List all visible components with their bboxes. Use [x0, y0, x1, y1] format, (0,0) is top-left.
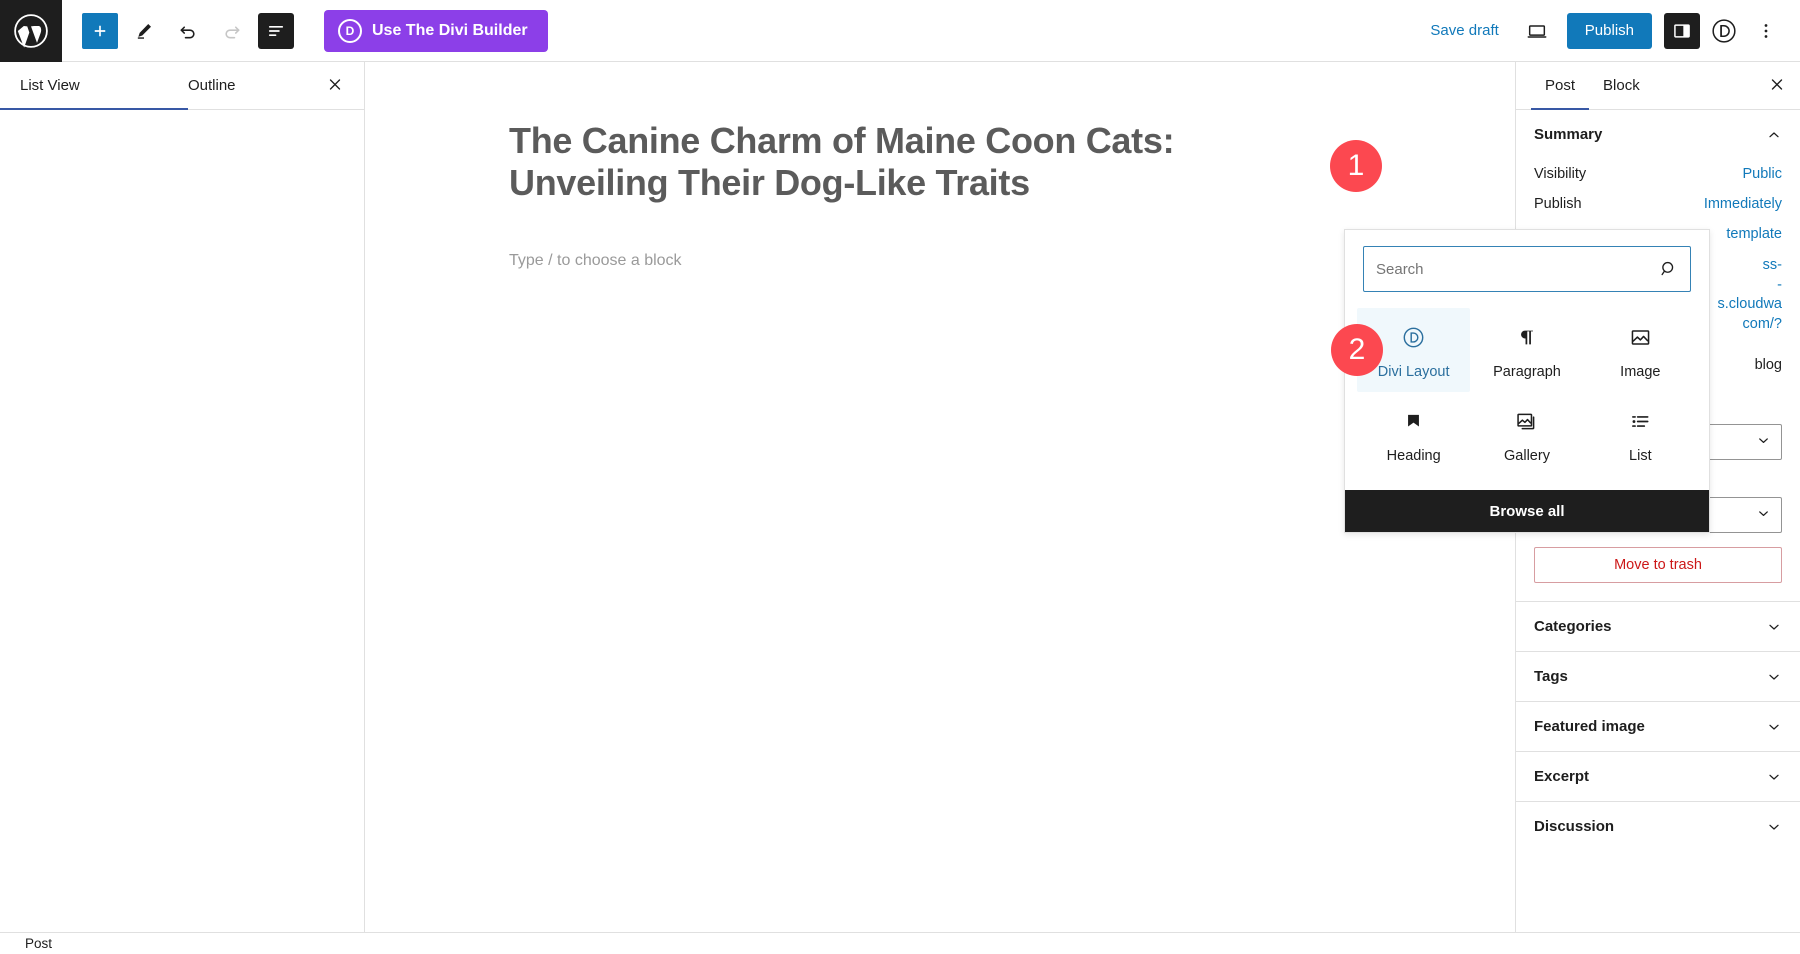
inserter-search-box[interactable] — [1363, 246, 1691, 292]
undo-icon[interactable] — [170, 13, 206, 49]
publish-button[interactable]: Publish — [1566, 12, 1652, 49]
summary-row-visibility: Visibility Public — [1516, 159, 1800, 189]
step-badge-2: 2 — [1331, 324, 1383, 376]
gallery-icon — [1515, 408, 1538, 434]
inserter-block-list[interactable]: List — [1584, 392, 1697, 476]
chevron-up-icon — [1766, 127, 1782, 143]
sidebar-toggle-icon[interactable] — [1664, 12, 1700, 49]
inserter-search-wrapper — [1345, 230, 1709, 300]
divi-circle-icon: D — [338, 18, 362, 43]
inserter-block-label: Gallery — [1504, 448, 1550, 464]
inserter-block-label: Image — [1620, 364, 1661, 380]
image-icon — [1629, 324, 1652, 350]
toolbar-left-group: D Use The Divi Builder — [62, 9, 548, 52]
preview-desktop-icon[interactable] — [1519, 13, 1555, 49]
paragraph-pilcrow-icon — [1516, 324, 1538, 350]
move-to-trash-button[interactable]: Move to trash — [1534, 547, 1782, 584]
sidebar-section-tags[interactable]: Tags — [1516, 651, 1800, 701]
redo-icon[interactable] — [214, 13, 250, 49]
chevron-down-icon — [1756, 506, 1771, 525]
inserter-block-label: Heading — [1386, 448, 1441, 464]
breadcrumb[interactable]: Post — [0, 936, 52, 951]
sidebar-tabs: Post Block — [1516, 62, 1800, 110]
row-value[interactable]: Public — [1743, 166, 1783, 182]
tab-post[interactable]: Post — [1531, 62, 1590, 110]
chevron-down-icon — [1766, 769, 1782, 785]
sidebar-section-discussion[interactable]: Discussion — [1516, 801, 1800, 851]
inserter-block-label: Paragraph — [1493, 364, 1561, 380]
inserter-block-image[interactable]: Image — [1584, 308, 1697, 392]
editor-bottom-bar: Post — [0, 932, 1800, 954]
save-draft-button[interactable]: Save draft — [1416, 14, 1512, 47]
summary-row-publish: Publish Immediately — [1516, 189, 1800, 219]
page-title[interactable]: The Canine Charm of Maine Coon Cats: Unv… — [509, 120, 1309, 205]
document-overview-icon[interactable] — [258, 12, 294, 49]
divi-circle-icon[interactable] — [1706, 13, 1742, 49]
inserter-block-label: Divi Layout — [1377, 364, 1450, 380]
tools-pencil-icon[interactable] — [126, 13, 162, 49]
close-icon[interactable] — [326, 75, 344, 96]
summary-section-header[interactable]: Summary — [1516, 110, 1800, 159]
summary-label: Summary — [1534, 126, 1603, 143]
chevron-down-icon — [1766, 669, 1782, 685]
close-icon[interactable] — [1768, 75, 1786, 96]
section-label: Excerpt — [1534, 768, 1590, 786]
search-input[interactable] — [1364, 247, 1690, 291]
more-options-icon[interactable] — [1748, 13, 1784, 49]
row-value[interactable]: Immediately — [1704, 196, 1782, 212]
editor-canvas: The Canine Charm of Maine Coon Cats: Unv… — [366, 62, 1515, 934]
add-block-button[interactable] — [82, 12, 118, 49]
use-divi-builder-button[interactable]: D Use The Divi Builder — [324, 9, 548, 52]
chevron-down-icon — [1766, 619, 1782, 635]
tab-outline[interactable]: Outline — [188, 62, 236, 110]
inserter-block-grid: Divi Layout Paragraph Image Heading Gall… — [1345, 300, 1709, 490]
row-value[interactable]: ss- - s.cloudwa com/? — [1718, 256, 1782, 334]
inserter-block-gallery[interactable]: Gallery — [1470, 392, 1583, 476]
browse-all-button[interactable]: Browse all — [1345, 490, 1709, 532]
sidebar-section-categories[interactable]: Categories — [1516, 601, 1800, 651]
list-icon — [1629, 408, 1652, 434]
inserter-block-heading[interactable]: Heading — [1357, 392, 1470, 476]
section-label: Featured image — [1534, 718, 1645, 736]
row-key: Publish — [1534, 196, 1582, 212]
sidebar-section-featured-image[interactable]: Featured image — [1516, 701, 1800, 751]
block-inserter-popover: Divi Layout Paragraph Image — [1344, 229, 1710, 533]
toolbar-right-group: Save draft Publish — [1416, 12, 1800, 49]
row-value[interactable]: template — [1726, 226, 1782, 242]
list-view-panel: List View Outline — [0, 62, 365, 934]
divi-builder-label: Use The Divi Builder — [372, 21, 528, 39]
step-badge-1: 1 — [1330, 140, 1382, 192]
row-key: Visibility — [1534, 166, 1587, 182]
inserter-block-label: List — [1629, 448, 1652, 464]
chevron-down-icon — [1766, 819, 1782, 835]
wordpress-logo-icon[interactable] — [0, 0, 62, 62]
search-icon — [1659, 260, 1678, 279]
section-label: Categories — [1534, 618, 1612, 636]
tab-block[interactable]: Block — [1589, 62, 1654, 110]
divi-circle-icon — [1402, 324, 1425, 350]
list-view-tabs: List View Outline — [0, 62, 364, 110]
editor-toolbar: D Use The Divi Builder Save draft Publis… — [0, 0, 1800, 62]
section-label: Discussion — [1534, 818, 1615, 836]
chevron-down-icon — [1756, 433, 1771, 452]
section-label: Tags — [1534, 668, 1568, 686]
tab-list-view[interactable]: List View — [0, 62, 188, 110]
row-value[interactable]: blog — [1755, 357, 1782, 373]
chevron-down-icon — [1766, 719, 1782, 735]
inserter-block-paragraph[interactable]: Paragraph — [1470, 308, 1583, 392]
block-placeholder-text[interactable]: Type / to choose a block — [509, 252, 682, 270]
sidebar-section-excerpt[interactable]: Excerpt — [1516, 751, 1800, 801]
heading-bookmark-icon — [1403, 408, 1424, 434]
